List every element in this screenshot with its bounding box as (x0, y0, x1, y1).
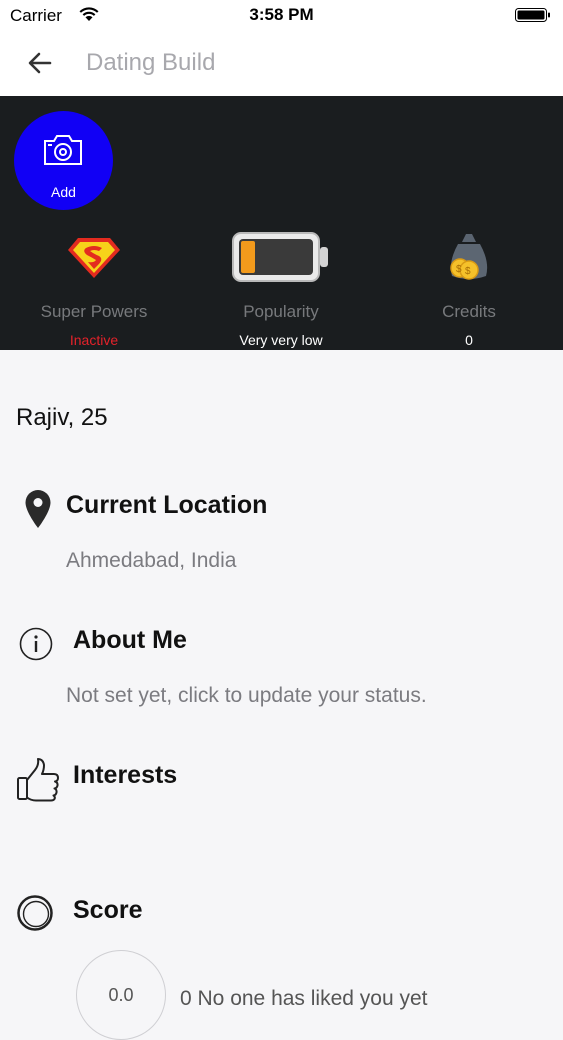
profile-name: Rajiv, 25 (16, 404, 108, 431)
likes-text: 0 No one has liked you yet (180, 987, 428, 1010)
interests-title: Interests (73, 761, 178, 789)
nav-title: Dating Build (86, 49, 216, 76)
money-bag-icon: $ $ (450, 234, 488, 280)
stat-value: Very very low (239, 332, 323, 348)
ring-icon (17, 895, 53, 931)
superman-icon (68, 238, 120, 278)
thumbs-up-icon (17, 758, 59, 802)
add-photo-button[interactable]: Add (14, 111, 113, 210)
status-bar: Carrier 3:58 PM (0, 0, 563, 30)
stat-title: Credits (442, 302, 496, 321)
map-pin-icon (25, 490, 51, 528)
status-time: 3:58 PM (249, 5, 314, 24)
stat-value: 0 (465, 332, 473, 348)
svg-text:$: $ (456, 264, 462, 275)
stat-popularity[interactable]: Popularity Very very low (191, 232, 371, 348)
stat-title: Super Powers (40, 302, 148, 321)
score-circle: 0.0 (76, 950, 166, 1040)
info-icon (19, 627, 53, 661)
camera-icon (44, 135, 82, 165)
battery-icon (515, 8, 550, 22)
stat-value: Inactive (69, 332, 119, 348)
stat-super-powers[interactable]: Super Powers Inactive (4, 234, 184, 348)
battery-low-icon (232, 232, 328, 282)
profile-header: Add Super Powers Inactive Popularity Ver… (0, 96, 563, 350)
navigation-bar: Dating Build (0, 30, 563, 96)
about-value[interactable]: Not set yet, click to update your status… (66, 684, 427, 708)
location-title: Current Location (66, 491, 268, 519)
score-title: Score (73, 896, 143, 924)
stat-title: Popularity (243, 302, 319, 321)
add-photo-label: Add (51, 184, 76, 200)
about-title: About Me (73, 626, 187, 654)
location-value[interactable]: Ahmedabad, India (66, 549, 236, 573)
arrow-left-icon[interactable] (24, 48, 56, 78)
score-value: 0.0 (108, 985, 134, 1005)
stat-credits[interactable]: $ $ Credits 0 (379, 234, 559, 348)
svg-text:$: $ (465, 266, 471, 277)
